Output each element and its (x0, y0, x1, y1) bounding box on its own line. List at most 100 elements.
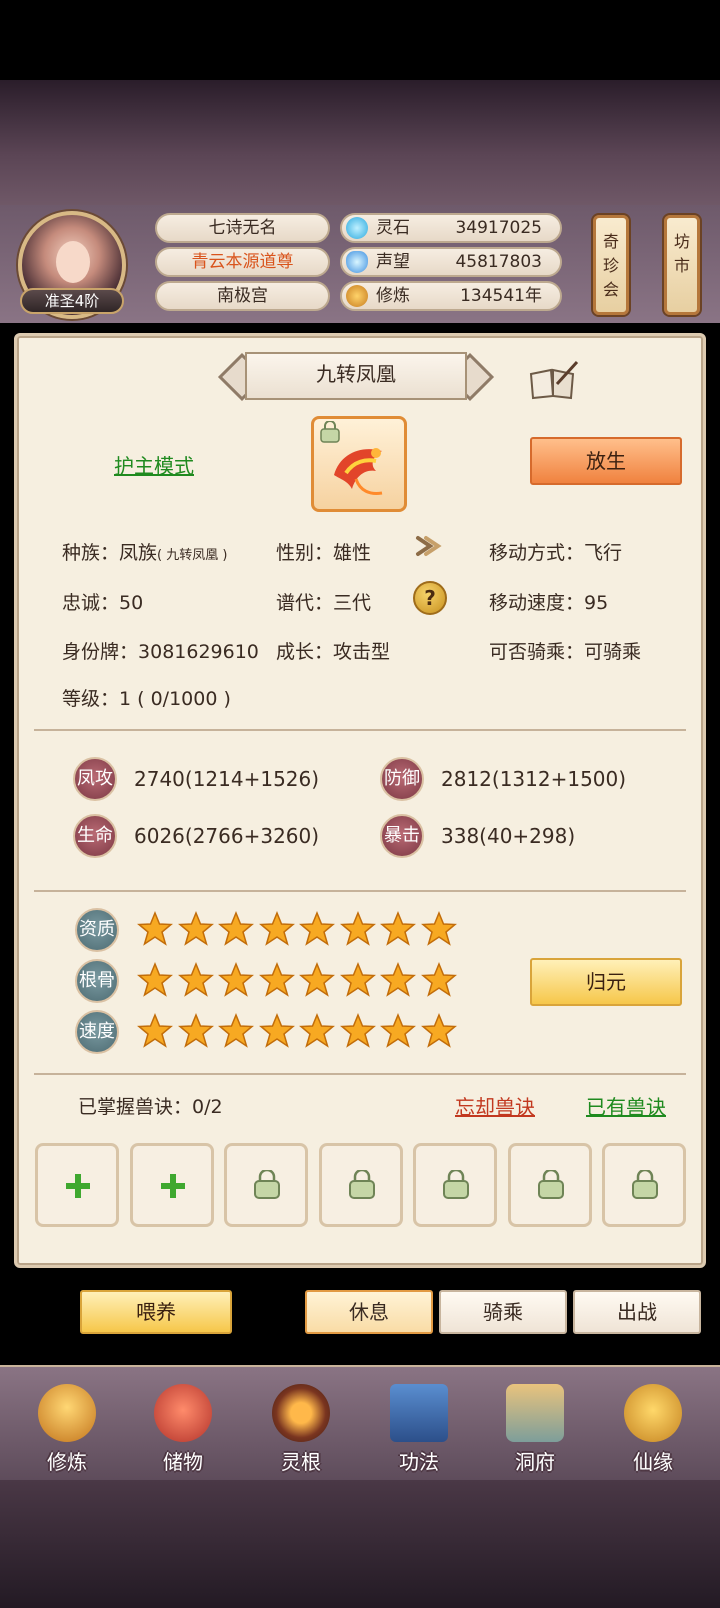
player-name: 七诗无名 (155, 213, 330, 243)
market-button[interactable]: 坊市 (664, 215, 700, 315)
star-icon (380, 962, 416, 997)
nav-label: 修炼 (47, 1450, 87, 1474)
stat-cultivation: 修炼 134541年 (340, 281, 562, 311)
attack-value: 2740(1214+1526) (134, 767, 320, 791)
ride-button[interactable]: 骑乘 (439, 1290, 567, 1334)
star-icon (380, 1013, 416, 1048)
level-value: 1 ( 0/1000 ) (119, 688, 231, 710)
nav-spirit-root[interactable]: 灵根 (246, 1378, 356, 1478)
nav-cultivation[interactable]: 修炼 (12, 1378, 122, 1478)
nav-label: 储物 (163, 1450, 203, 1474)
id-value: 3081629610 (138, 641, 259, 663)
skill-slot-add[interactable] (130, 1143, 214, 1227)
skill-slot-locked[interactable] (224, 1143, 308, 1227)
gender-row: 性别：雄性 (276, 538, 371, 565)
skill-slot-add[interactable] (35, 1143, 119, 1227)
growth-label: 成长： (276, 641, 334, 663)
lock-icon (254, 1170, 280, 1199)
cultivation-icon (38, 1384, 96, 1442)
race-row: 种族：凤族( 九转凤凰 ) (62, 538, 227, 565)
stat-value: 34917025 (455, 218, 542, 238)
stat-label: 修炼 (376, 286, 410, 306)
player-rank-badge: 准圣4阶 (20, 288, 124, 314)
lock-icon (443, 1170, 469, 1199)
move-speed-value: 95 (584, 592, 609, 614)
rename-book-icon[interactable] (527, 360, 579, 400)
speed-icon: 速度 (75, 1010, 119, 1054)
nav-storage[interactable]: 储物 (128, 1378, 238, 1478)
defense-value: 2812(1312+1500) (441, 767, 627, 791)
pet-portrait[interactable] (311, 416, 407, 512)
divider (34, 729, 686, 731)
nav-label: 仙缘 (633, 1450, 673, 1474)
lock-icon (349, 1170, 375, 1199)
owned-skills-link[interactable]: 已有兽诀 (586, 1091, 666, 1120)
pet-name: 九转凤凰 (316, 362, 396, 386)
rest-button[interactable]: 休息 (305, 1290, 433, 1334)
ride-value: 可骑乘 (584, 641, 642, 663)
level-label: 等级： (62, 688, 120, 710)
phoenix-icon (334, 448, 383, 495)
growth-row: 成长：攻击型 (276, 637, 390, 664)
star-icon (258, 1013, 295, 1048)
nav-immortal-fate[interactable]: 仙缘 (598, 1378, 708, 1478)
prestige-crystal-icon (346, 251, 368, 273)
reset-button[interactable]: 归元 (530, 958, 682, 1006)
immortal-fate-icon (624, 1384, 682, 1442)
status-bar-area (0, 0, 720, 80)
star-icon (137, 1013, 173, 1048)
skill-slot-locked[interactable] (602, 1143, 686, 1227)
feed-button[interactable]: 喂养 (80, 1290, 232, 1334)
loyalty-label: 忠诚： (62, 592, 120, 614)
star-icon (258, 962, 295, 997)
gender-switch-icon[interactable] (412, 530, 444, 562)
move-speed-label: 移动速度： (489, 592, 585, 614)
star-icon (258, 911, 295, 946)
gender-value: 雄性 (333, 542, 372, 564)
avatar-face (56, 241, 90, 283)
nav-cave[interactable]: 洞府 (480, 1378, 590, 1478)
star-icon (339, 911, 376, 946)
nav-technique[interactable]: 功法 (364, 1378, 474, 1478)
gender-label: 性别： (276, 542, 334, 564)
background-band (0, 80, 720, 205)
lock-icon (632, 1170, 658, 1199)
star-icon (137, 911, 173, 946)
growth-value: 攻击型 (333, 641, 391, 663)
move-speed-row: 移动速度：95 (489, 588, 608, 615)
treasure-shop-button[interactable]: 奇珍会 (593, 215, 629, 315)
stat-spirit-stone: 灵石 34917025 (340, 213, 562, 243)
skill-slot-locked[interactable] (508, 1143, 592, 1227)
release-button[interactable]: 放生 (530, 437, 682, 485)
lock-icon (538, 1170, 564, 1199)
star-icon (218, 1013, 254, 1048)
aptitude-icon: 资质 (75, 908, 119, 952)
spirit-stone-icon (346, 217, 368, 239)
guard-mode-link[interactable]: 护主模式 (114, 450, 194, 479)
technique-book-icon (390, 1384, 448, 1442)
player-header: 准圣4阶 七诗无名 青云本源道尊 南极宫 灵石 34917025 声望 4581… (0, 205, 720, 323)
generation-row: 谱代：三代 (276, 588, 371, 615)
player-sect: 南极宫 (155, 281, 330, 311)
loyalty-value: 50 (119, 592, 144, 614)
forget-skill-link[interactable]: 忘却兽诀 (455, 1091, 535, 1120)
help-question-icon[interactable]: ? (413, 581, 447, 615)
star-icon (299, 911, 335, 946)
generation-label: 谱代： (276, 592, 334, 614)
star-icon (380, 911, 416, 946)
skill-slot-locked[interactable] (319, 1143, 403, 1227)
meditation-icon (346, 285, 368, 307)
defense-attr-icon: 防御 (380, 757, 424, 801)
plus-icon (66, 1174, 90, 1198)
race-label: 种族： (62, 542, 120, 564)
player-title: 青云本源道尊 (155, 247, 330, 277)
lock-icon (320, 421, 340, 443)
star-icon (218, 962, 254, 997)
skill-slot-locked[interactable] (413, 1143, 497, 1227)
star-icon (420, 911, 457, 946)
attack-attr-icon: 凤攻 (73, 757, 117, 801)
market-label: 坊市 (673, 232, 690, 275)
spirit-root-icon (272, 1384, 330, 1442)
fight-button[interactable]: 出战 (573, 1290, 701, 1334)
mastered-skills-count: 已掌握兽诀：0/2 (78, 1096, 223, 1118)
